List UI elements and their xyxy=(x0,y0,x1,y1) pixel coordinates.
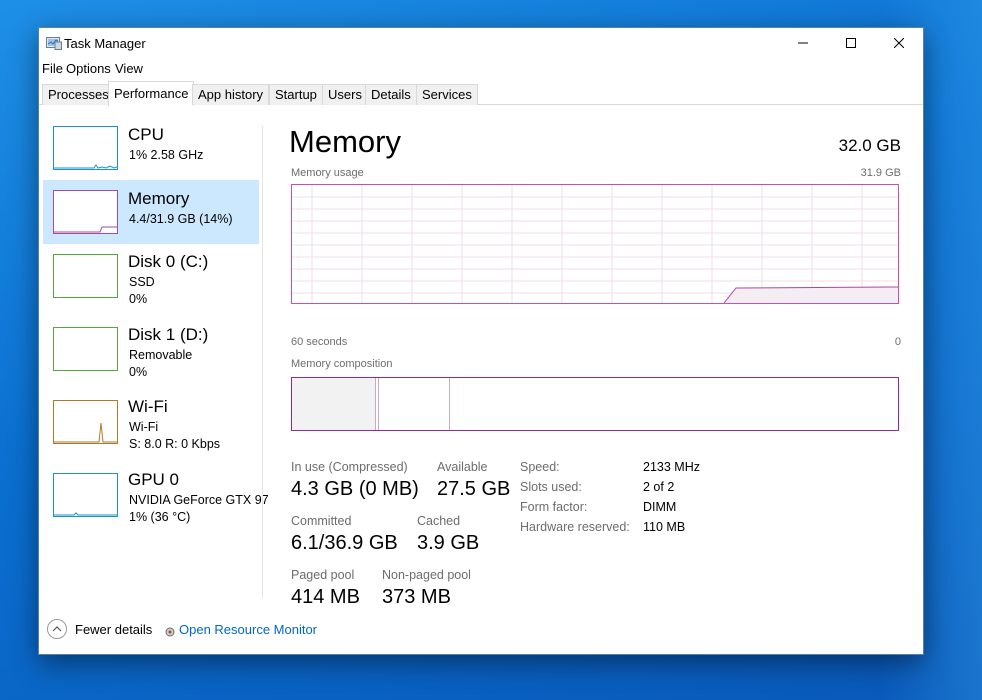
composition-modified xyxy=(378,378,379,430)
title-bar[interactable]: Task Manager xyxy=(39,28,923,58)
minimize-icon xyxy=(798,42,808,44)
in-use-label: In use (Compressed) xyxy=(291,460,408,474)
menu-file[interactable]: File xyxy=(42,61,63,76)
sidebar-disk1-usage: 0% xyxy=(129,365,148,379)
footer-bar: Fewer details Open Resource Monitor xyxy=(39,616,923,646)
sidebar-gpu0-model: NVIDIA GeForce GTX 97 xyxy=(129,493,269,507)
tab-app-history[interactable]: App history xyxy=(192,84,270,105)
sidebar-item-wifi[interactable]: Wi-Fi Wi-Fi S: 8.0 R: 0 Kbps xyxy=(43,393,259,457)
page-title: Memory xyxy=(289,124,401,159)
disk1-thumbnail-graph xyxy=(53,327,118,371)
menu-options[interactable]: Options xyxy=(66,61,111,76)
memory-usage-max: 31.9 GB xyxy=(860,167,901,179)
task-manager-icon xyxy=(46,36,62,50)
spec-hw-reserved-value: 110 MB xyxy=(643,520,686,534)
memory-usage-graph xyxy=(291,184,899,304)
resource-monitor-icon xyxy=(165,624,175,637)
memory-composition-label: Memory composition xyxy=(291,358,393,370)
tab-details[interactable]: Details xyxy=(365,84,417,105)
sidebar-disk0-usage: 0% xyxy=(129,292,148,306)
spec-form-factor-value: DIMM xyxy=(643,500,677,514)
task-manager-window: Task Manager File Options View Processes… xyxy=(38,27,924,655)
committed-value: 6.1/36.9 GB xyxy=(291,532,398,554)
fewer-details-label[interactable]: Fewer details xyxy=(75,622,152,637)
memory-total: 32.0 GB xyxy=(838,136,901,155)
sidebar-divider xyxy=(262,126,263,598)
available-value: 27.5 GB xyxy=(437,478,511,500)
tab-processes[interactable]: Processes xyxy=(42,84,115,105)
tab-users[interactable]: Users xyxy=(322,84,368,105)
memory-composition-bar xyxy=(291,377,899,431)
available-label: Available xyxy=(437,460,488,474)
paged-pool-value: 414 MB xyxy=(291,586,360,608)
sidebar-item-gpu0[interactable]: GPU 0 NVIDIA GeForce GTX 97 1% (36 °C) xyxy=(43,466,269,530)
tab-services[interactable]: Services xyxy=(416,84,478,105)
sidebar-memory-detail: 4.4/31.9 GB (14%) xyxy=(129,212,233,226)
close-button[interactable] xyxy=(875,28,923,58)
cached-value: 3.9 GB xyxy=(417,532,480,554)
fewer-details-button[interactable] xyxy=(47,619,67,639)
graph-axis-right: 0 xyxy=(894,336,901,348)
window-title: Task Manager xyxy=(64,36,146,51)
spec-slots-value: 2 of 2 xyxy=(643,480,675,494)
paged-pool-label: Paged pool xyxy=(291,568,355,582)
composition-standby xyxy=(449,378,450,430)
sidebar-item-disk0[interactable]: Disk 0 (C:) SSD 0% xyxy=(43,248,259,312)
tab-startup[interactable]: Startup xyxy=(269,84,323,105)
wifi-thumbnail-graph xyxy=(53,400,118,444)
sidebar-cpu-detail: 1% 2.58 GHz xyxy=(129,148,204,162)
sidebar-wifi-adapter: Wi-Fi xyxy=(129,420,159,434)
sidebar-wifi-throughput: S: 8.0 R: 0 Kbps xyxy=(129,437,221,451)
spec-slots-label: Slots used: xyxy=(520,480,582,494)
cached-label: Cached xyxy=(417,514,461,528)
memory-usage-chart xyxy=(292,185,898,303)
in-use-value: 4.3 GB (0 MB) xyxy=(291,478,419,500)
non-paged-pool-label: Non-paged pool xyxy=(382,568,471,582)
spec-hw-reserved-label: Hardware reserved: xyxy=(520,520,630,534)
sidebar-item-disk1[interactable]: Disk 1 (D:) Removable 0% xyxy=(43,321,259,385)
non-paged-pool-value: 373 MB xyxy=(382,586,451,608)
maximize-button[interactable] xyxy=(827,28,875,58)
sidebar-cpu-title: CPU xyxy=(128,125,164,144)
graph-axis-left: 60 seconds xyxy=(291,336,348,348)
chevron-up-icon xyxy=(52,626,62,632)
sidebar-disk0-type: SSD xyxy=(129,275,155,289)
tab-performance[interactable]: Performance xyxy=(108,81,195,106)
disk0-thumbnail-graph xyxy=(53,254,118,298)
sidebar-disk0-title: Disk 0 (C:) xyxy=(128,252,209,271)
cpu-thumbnail-graph xyxy=(53,126,118,170)
composition-in-use xyxy=(292,378,376,430)
memory-usage-label: Memory usage xyxy=(291,167,364,179)
gpu0-thumbnail-graph xyxy=(53,473,118,517)
maximize-icon xyxy=(846,38,856,48)
committed-label: Committed xyxy=(291,514,352,528)
spec-form-factor-label: Form factor: xyxy=(520,500,588,514)
sidebar-wifi-title: Wi-Fi xyxy=(128,397,168,416)
spec-speed-label: Speed: xyxy=(520,460,560,474)
sidebar-memory-title: Memory xyxy=(128,189,190,208)
minimize-button[interactable] xyxy=(779,28,827,58)
sidebar-item-memory[interactable]: Memory 4.4/31.9 GB (14%) xyxy=(43,180,259,244)
sidebar-disk1-title: Disk 1 (D:) xyxy=(128,325,209,344)
tab-bar: Processes Performance App history Startu… xyxy=(39,81,923,106)
sidebar-gpu0-usage: 1% (36 °C) xyxy=(129,510,191,524)
spec-speed-value: 2133 MHz xyxy=(643,460,700,474)
close-icon xyxy=(894,38,904,48)
memory-thumbnail-graph xyxy=(53,190,118,234)
sidebar-disk1-type: Removable xyxy=(129,348,193,362)
menu-view[interactable]: View xyxy=(115,61,143,76)
sidebar-gpu0-title: GPU 0 xyxy=(128,470,180,489)
sidebar-item-cpu[interactable]: CPU 1% 2.58 GHz xyxy=(43,122,259,186)
open-resource-monitor-link[interactable]: Open Resource Monitor xyxy=(179,622,317,637)
